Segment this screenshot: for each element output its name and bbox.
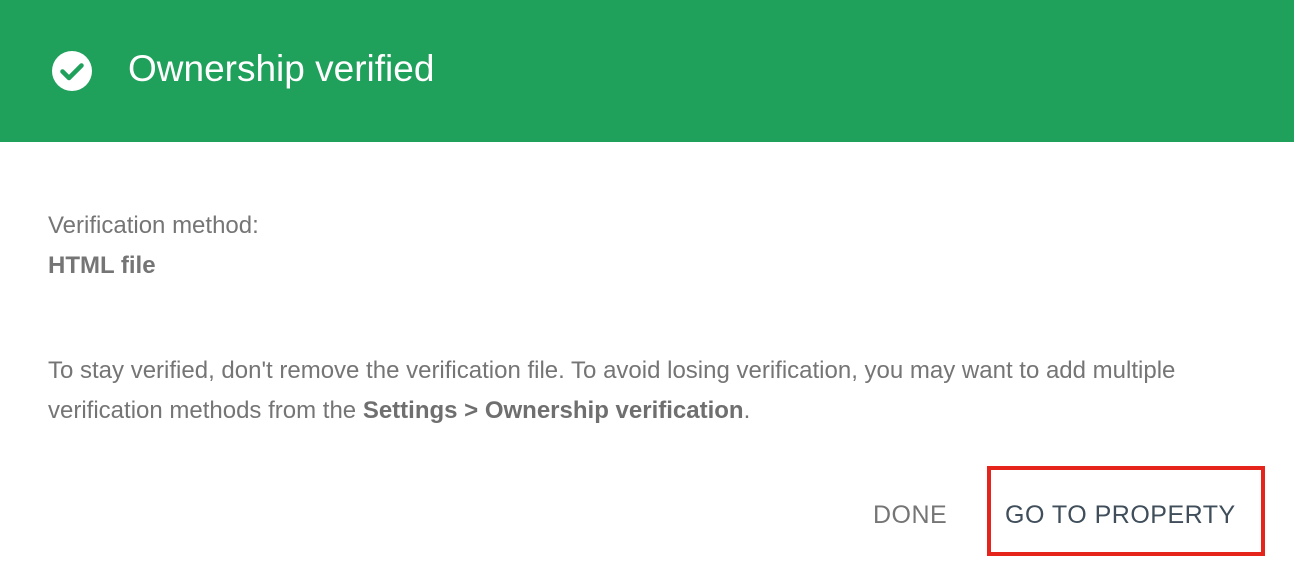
ownership-verified-dialog: Ownership verified Verification method: …	[0, 0, 1294, 580]
note-end: .	[743, 397, 751, 424]
settings-path: Settings > Ownership verification	[362, 397, 744, 424]
dialog-header: Ownership verified	[0, 0, 1294, 142]
verification-method-value: HTML file	[48, 252, 156, 279]
check-circle-icon	[52, 51, 92, 91]
go-to-property-button[interactable]: GO TO PROPERTY	[1005, 495, 1236, 535]
verification-method-label: Verification method:	[48, 212, 259, 239]
done-button[interactable]: DONE	[873, 495, 947, 535]
verification-note: To stay verified, don't remove the verif…	[48, 351, 1248, 431]
dialog-title: Ownership verified	[128, 48, 435, 89]
